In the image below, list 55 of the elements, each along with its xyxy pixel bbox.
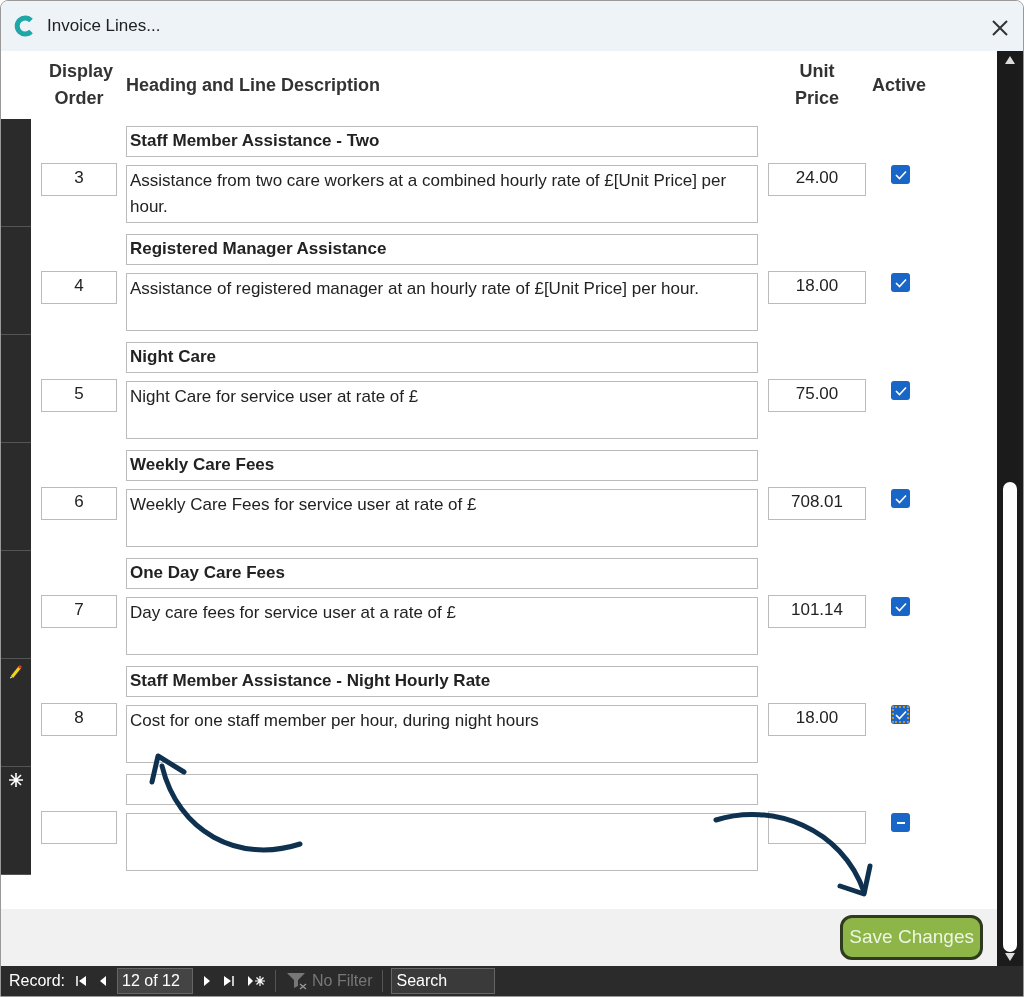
vertical-scrollbar[interactable]	[997, 51, 1023, 966]
check-icon	[894, 385, 907, 396]
order-field[interactable]: 5	[41, 379, 117, 412]
check-icon	[894, 169, 907, 180]
heading-field[interactable]: Night Care	[126, 342, 758, 373]
check-icon	[894, 493, 907, 504]
record-selector[interactable]	[1, 767, 31, 875]
description-field[interactable]: Night Care for service user at rate of £	[126, 381, 758, 439]
unit-price-field[interactable]: 24.00	[768, 163, 866, 196]
check-icon	[894, 709, 907, 720]
record-position-field[interactable]: 12 of 12	[117, 968, 194, 994]
order-field[interactable]: 7	[41, 595, 117, 628]
minus-icon	[895, 820, 906, 825]
description-field[interactable]: Cost for one staff member per hour, during night hours	[126, 705, 758, 763]
new-record-button[interactable]	[245, 975, 268, 987]
heading-field[interactable]: Staff Member Assistance - Two	[126, 126, 758, 157]
unit-price-field[interactable]: 708.01	[768, 487, 866, 520]
heading-field[interactable]	[126, 774, 758, 805]
order-field[interactable]: 3	[41, 163, 117, 196]
heading-field[interactable]: Weekly Care Fees	[126, 450, 758, 481]
check-icon	[894, 601, 907, 612]
funnel-icon	[286, 972, 309, 990]
active-checkbox[interactable]	[891, 381, 910, 400]
column-header: Active	[871, 73, 928, 97]
record-label: Record:	[9, 971, 66, 991]
active-checkbox[interactable]	[891, 273, 910, 292]
column-header: Unit Price	[793, 60, 840, 110]
column-header: Heading and Line Description	[126, 73, 382, 97]
scroll-up-icon[interactable]	[1004, 55, 1016, 65]
order-field[interactable]	[41, 811, 117, 844]
order-field[interactable]: 8	[41, 703, 117, 736]
check-icon	[894, 277, 907, 288]
window-title: Invoice Lines...	[47, 15, 161, 38]
order-field[interactable]: 4	[41, 271, 117, 304]
order-field[interactable]: 6	[41, 487, 117, 520]
unit-price-field[interactable]: 18.00	[768, 703, 866, 736]
description-field[interactable]: Assistance of registered manager at an hourly rate of £[Unit Price] per hour.	[126, 273, 758, 331]
pencil-icon	[9, 665, 23, 679]
heading-field[interactable]: Staff Member Assistance - Night Hourly Rate	[126, 666, 758, 697]
description-field[interactable]: Weekly Care Fees for service user at rate of £	[126, 489, 758, 547]
new-record-icon	[9, 773, 23, 787]
description-field[interactable]: Assistance from two care workers at a combined hourly rate of £[Unit Price] per hour.	[126, 165, 758, 223]
unit-price-field[interactable]: 18.00	[768, 271, 866, 304]
unit-price-field[interactable]: 75.00	[768, 379, 866, 412]
unit-price-field[interactable]: 101.14	[768, 595, 866, 628]
search-field[interactable]: Search	[391, 968, 496, 994]
active-checkbox[interactable]	[891, 705, 910, 724]
description-field[interactable]: Day care fees for service user at a rate of £	[126, 597, 758, 655]
active-checkbox[interactable]	[891, 813, 910, 832]
active-checkbox[interactable]	[891, 165, 910, 184]
heading-field[interactable]: Registered Manager Assistance	[126, 234, 758, 265]
active-checkbox[interactable]	[891, 597, 910, 616]
heading-field[interactable]: One Day Care Fees	[126, 558, 758, 589]
active-checkbox[interactable]	[891, 489, 910, 508]
description-field[interactable]	[126, 813, 758, 871]
